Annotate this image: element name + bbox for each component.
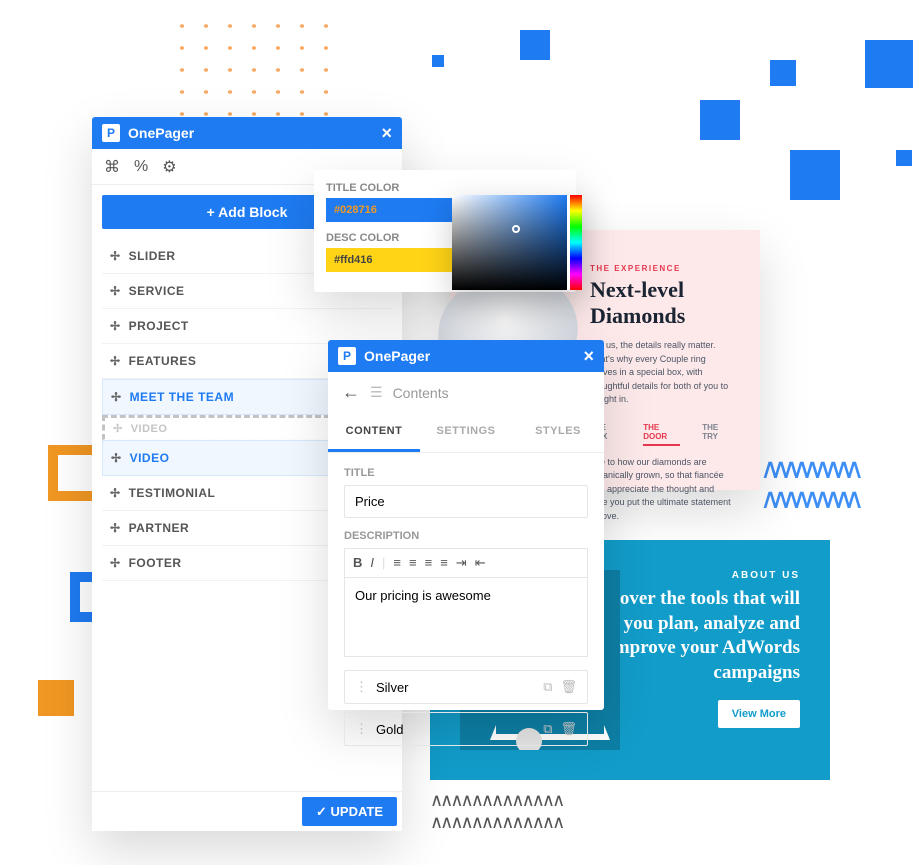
block-label: SLIDER [129,249,176,263]
grip-icon[interactable]: ✢ [110,521,121,535]
grip-icon[interactable]: ✢ [110,249,121,263]
panel-title: OnePager [364,348,430,364]
link-icon[interactable]: % [134,158,148,176]
diamond-title: Next-level Diamonds [590,277,732,329]
decorative-zigzag: ∧∧∧∧∧∧∧∧∧ [760,482,854,515]
title-color-label: TITLE COLOR [326,182,564,194]
color-gradient[interactable] [452,195,567,290]
price-option-row[interactable]: ⋮ Gold ⧉ 🗑 [344,712,588,746]
panel-titlebar: P OnePager × [328,340,604,372]
diamond-eyebrow: THE EXPERIENCE [590,264,732,273]
trash-icon[interactable]: 🗑 [560,721,577,737]
block-label: TESTIMONIAL [129,486,216,500]
grip-icon[interactable]: ✢ [110,486,121,500]
option-label: Silver [376,680,409,695]
block-label: VIDEO [131,423,168,435]
align-right-icon[interactable]: ≡ [425,555,433,571]
block-label: SERVICE [129,284,185,298]
grip-icon[interactable]: ⋮ [355,721,368,737]
grip-icon[interactable]: ✢ [111,451,122,465]
hamburger-icon[interactable]: ☰ [370,384,383,401]
grip-icon[interactable]: ✢ [110,284,121,298]
back-arrow-icon[interactable]: ← [342,382,360,403]
decorative-square [38,680,74,716]
block-item[interactable]: ✢ PROJECT [102,309,392,344]
tab-settings[interactable]: SETTINGS [420,413,512,452]
decorative-square [865,40,913,88]
indent-icon[interactable]: ⇥ [456,555,467,571]
decorative-chevrons: ∧∧∧∧∧∧∧∧∧∧∧∧∧ [430,790,562,811]
copy-icon[interactable]: ⧉ [543,721,552,737]
contents-tabs: CONTENT SETTINGS STYLES [328,413,604,453]
diamond-tab[interactable]: THE DOOR [643,423,680,446]
title-input[interactable] [344,485,588,518]
decorative-square [770,60,796,86]
block-label: MEET THE TEAM [130,390,235,404]
gear-icon[interactable]: ⚙ [162,157,176,177]
hue-slider[interactable] [570,195,582,290]
block-label: VIDEO [130,451,170,465]
align-justify-icon[interactable]: ≡ [440,555,448,571]
align-center-icon[interactable]: ≡ [409,555,417,571]
block-label: FEATURES [129,354,197,368]
outdent-icon[interactable]: ⇤ [475,555,486,571]
diamond-body-1: For us, the details really matter. That'… [590,339,732,407]
grip-icon[interactable]: ✢ [110,354,121,368]
trash-icon[interactable]: 🗑 [560,679,577,695]
diamond-tab[interactable]: THE TRY [702,423,732,446]
grip-icon[interactable]: ✢ [110,556,121,570]
grip-icon[interactable]: ✢ [111,390,122,404]
description-textarea[interactable] [344,577,588,657]
close-icon[interactable]: × [381,123,392,144]
grip-icon[interactable]: ✢ [110,319,121,333]
block-label: PROJECT [129,319,189,333]
decorative-square [432,55,444,67]
decorative-square [790,150,840,200]
decorative-chevrons: ∧∧∧∧∧∧∧∧∧∧∧∧∧ [430,812,562,833]
app-logo-icon: P [102,124,120,142]
grip-icon[interactable]: ✢ [113,422,123,435]
block-label: PARTNER [129,521,190,535]
tab-content[interactable]: CONTENT [328,413,420,452]
color-picker[interactable] [452,195,582,290]
decorative-square [520,30,550,60]
decorative-square [700,100,740,140]
blocks-icon[interactable]: ⌘ [104,157,120,177]
rte-toolbar: B I | ≡ ≡ ≡ ≡ ⇥ ⇤ [344,548,588,577]
italic-icon[interactable]: I [370,555,374,571]
update-button[interactable]: ✓ UPDATE [302,797,397,826]
title-field-label: TITLE [344,467,588,479]
bold-icon[interactable]: B [353,555,362,571]
description-field-label: DESCRIPTION [344,530,588,542]
hero-view-more-button[interactable]: View More [718,700,800,728]
grip-icon[interactable]: ⋮ [355,679,368,695]
option-label: Gold [376,722,403,737]
price-option-row[interactable]: ⋮ Silver ⧉ 🗑 [344,670,588,704]
diamond-tabs: THE BOX THE DOOR THE TRY [590,423,732,446]
close-icon[interactable]: × [583,346,594,367]
diamond-body-2: ode to how our diamonds are organically … [590,456,732,524]
panel-titlebar: P OnePager × [92,117,402,149]
contents-panel: P OnePager × ← ☰ Contents CONTENT SETTIN… [328,340,604,710]
decorative-zigzag: ∧∧∧∧∧∧∧∧∧ [760,452,854,485]
contents-breadcrumb: Contents [393,385,449,401]
decorative-square [896,150,912,166]
panel-title: OnePager [128,125,194,141]
copy-icon[interactable]: ⧉ [543,679,552,695]
align-left-icon[interactable]: ≡ [393,555,401,571]
tab-styles[interactable]: STYLES [512,413,604,452]
app-logo-icon: P [338,347,356,365]
block-label: FOOTER [129,556,182,570]
